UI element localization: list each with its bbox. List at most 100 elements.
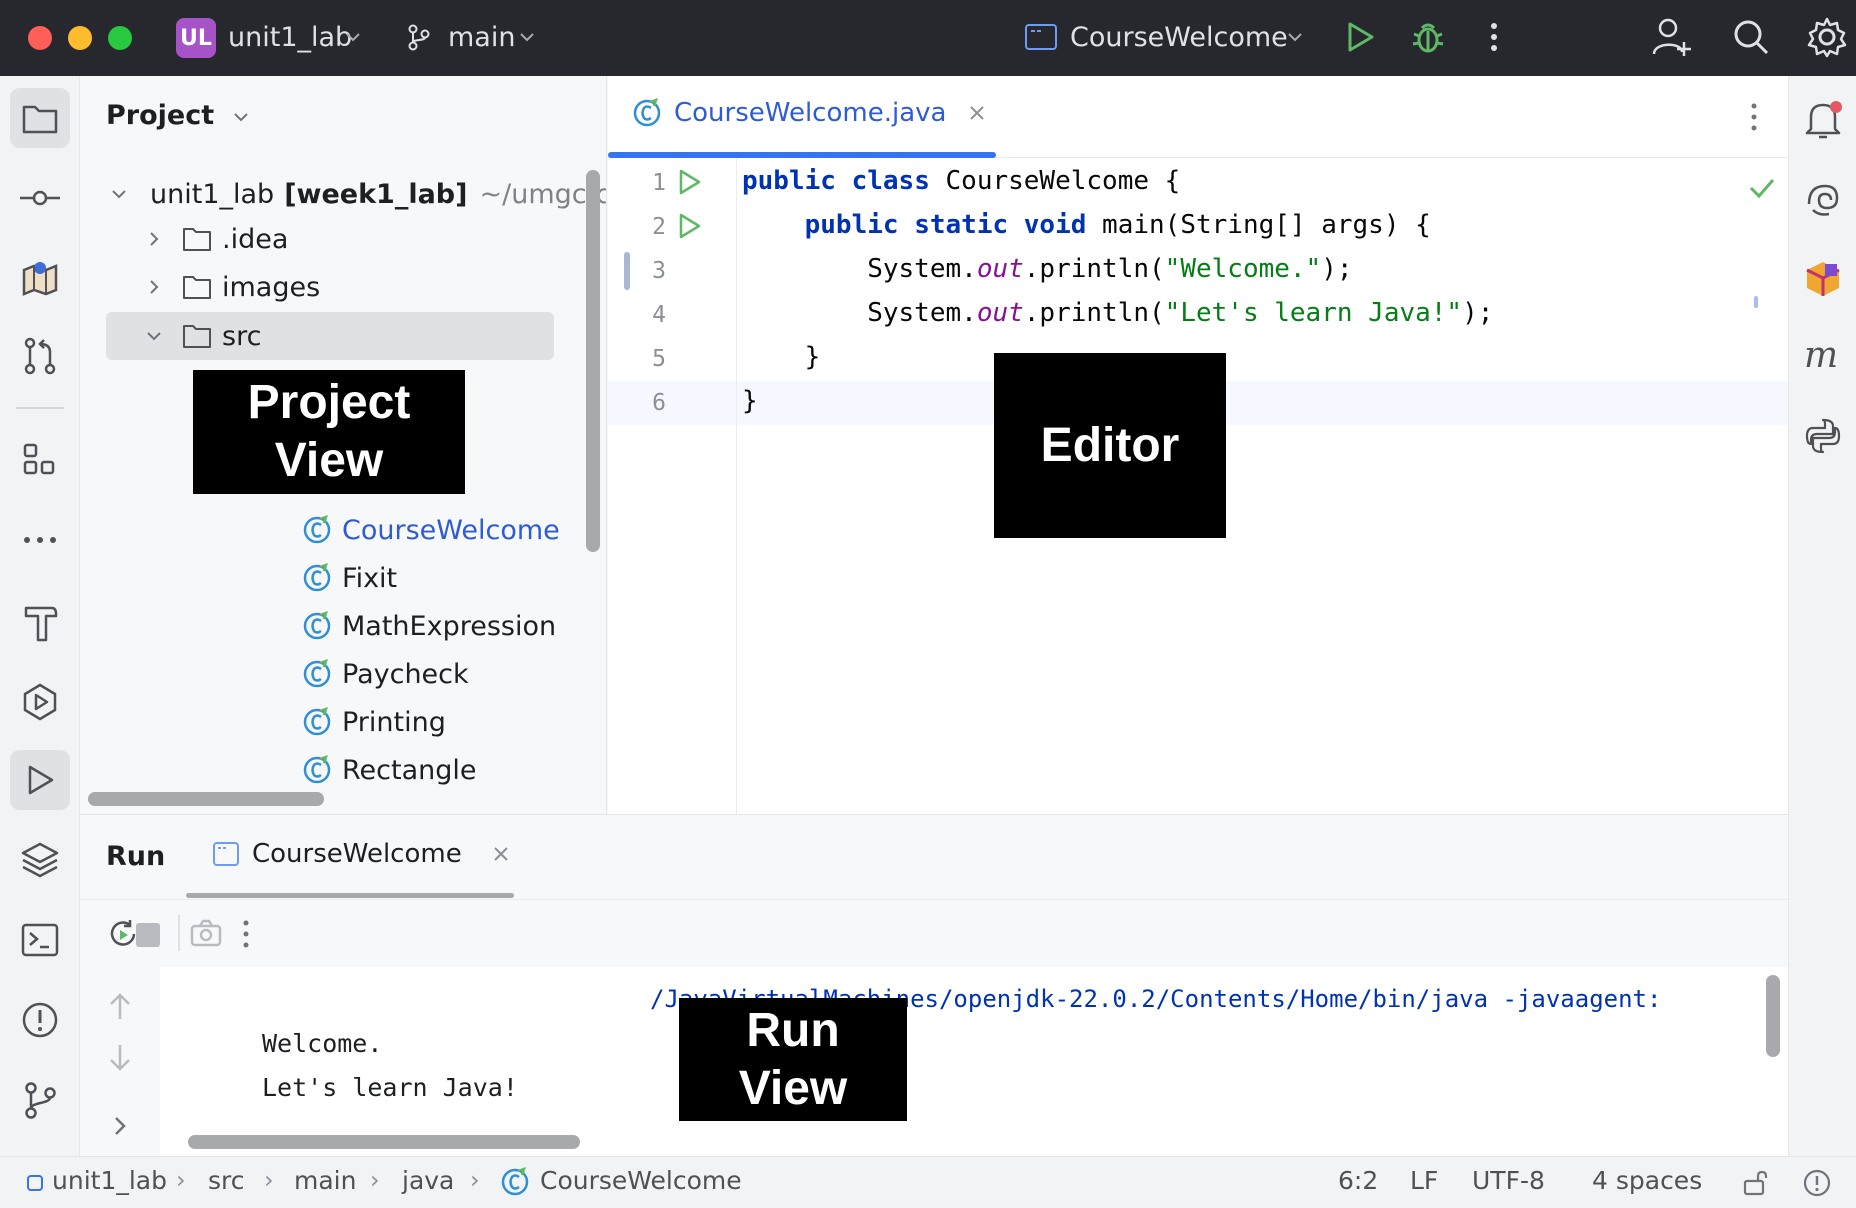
- code-line-3[interactable]: System.out.println("Welcome.");: [742, 254, 1352, 284]
- run-view-label: Run View: [679, 998, 907, 1121]
- editor-more-icon[interactable]: [1746, 100, 1762, 134]
- code-line-6[interactable]: }: [742, 386, 758, 416]
- tree-root-row[interactable]: unit1_lab [week1_lab] ~/umgc/c: [110, 170, 606, 218]
- code-line-1[interactable]: public class CourseWelcome {: [742, 166, 1180, 196]
- chevron-down-icon[interactable]: [1286, 28, 1304, 46]
- run-icon[interactable]: [1344, 20, 1376, 54]
- java-class-icon: [303, 611, 331, 640]
- breadcrumb-src[interactable]: src: [208, 1166, 245, 1195]
- structure-tool-button[interactable]: [10, 430, 70, 490]
- branch-icon[interactable]: [404, 22, 434, 52]
- chevron-right-icon[interactable]: [110, 1115, 130, 1137]
- right-tool-strip: m: [1788, 76, 1856, 1156]
- breadcrumb-main[interactable]: main: [294, 1166, 356, 1195]
- terminal-icon: [21, 923, 59, 957]
- minimize-window-button[interactable]: [68, 26, 92, 50]
- code-line-5[interactable]: }: [742, 342, 821, 372]
- folder-icon: [183, 325, 211, 348]
- terminal-tool-button[interactable]: [10, 910, 70, 970]
- ai-assistant-button[interactable]: [1797, 174, 1849, 226]
- notifications-button[interactable]: [1797, 94, 1849, 146]
- learn-tool-button[interactable]: [10, 246, 70, 306]
- tree-class-rectangle[interactable]: Rectangle: [302, 746, 477, 794]
- breadcrumb-java[interactable]: java: [402, 1166, 454, 1195]
- arrow-down-icon[interactable]: [108, 1043, 132, 1073]
- tree-class-paycheck[interactable]: Paycheck: [302, 650, 469, 698]
- pull-requests-tool-button[interactable]: [10, 326, 70, 386]
- breadcrumb-project[interactable]: unit1_lab: [52, 1166, 167, 1195]
- tree-class-fixit[interactable]: Fixit: [302, 554, 397, 602]
- java-class-icon: [501, 1167, 529, 1196]
- editor-tab[interactable]: CourseWelcome.java: [632, 98, 986, 128]
- tree-class-mathexpression[interactable]: MathExpression: [302, 602, 556, 650]
- editor-scroll-marker: [1754, 296, 1758, 308]
- cursor-position[interactable]: 6:2: [1338, 1166, 1378, 1195]
- python-icon: [1805, 418, 1841, 454]
- chevron-down-icon: [112, 190, 126, 199]
- plugin-tool-button[interactable]: [1797, 252, 1849, 304]
- python-console-button[interactable]: [1797, 410, 1849, 462]
- close-tab-icon[interactable]: [492, 845, 510, 863]
- breadcrumb-class[interactable]: CourseWelcome: [540, 1166, 742, 1195]
- tree-item-src[interactable]: src: [106, 312, 554, 360]
- gutter-run-icon[interactable]: [676, 212, 702, 240]
- console-output[interactable]: /JavaVirtualMachines/openjdk-22.0.2/Cont…: [160, 967, 1788, 1156]
- run-tab[interactable]: CourseWelcome: [212, 839, 510, 869]
- more-actions-icon[interactable]: [238, 917, 254, 951]
- problems-icon: [22, 1002, 58, 1038]
- close-window-button[interactable]: [28, 26, 52, 50]
- code-line-2[interactable]: public static void main(String[] args) {: [742, 210, 1431, 240]
- problems-icon[interactable]: [1802, 1168, 1832, 1198]
- run-panel: Run CourseWelcome /JavaVirtualMachines/o…: [80, 814, 1788, 1156]
- chevron-down-icon[interactable]: [518, 28, 536, 46]
- build-tool-button[interactable]: [10, 592, 70, 652]
- project-switcher[interactable]: unit1_lab: [228, 20, 352, 56]
- chevron-down-icon[interactable]: [344, 28, 362, 46]
- more-actions-icon[interactable]: [1486, 20, 1502, 54]
- console-vertical-scrollbar[interactable]: [1766, 975, 1780, 1057]
- camera-icon[interactable]: [190, 919, 222, 947]
- problems-tool-button[interactable]: [10, 990, 70, 1050]
- lock-icon[interactable]: [1742, 1169, 1770, 1197]
- add-user-icon[interactable]: [1652, 16, 1692, 58]
- git-tool-button[interactable]: [10, 1070, 70, 1130]
- search-icon[interactable]: [1732, 18, 1770, 56]
- console-output-line: Let's learn Java!: [262, 1073, 518, 1102]
- line-ending[interactable]: LF: [1410, 1166, 1438, 1195]
- breadcrumb-separator: ›: [176, 1166, 186, 1194]
- layers-tool-button[interactable]: [10, 830, 70, 890]
- file-encoding[interactable]: UTF-8: [1472, 1166, 1545, 1195]
- project-horizontal-scrollbar[interactable]: [88, 792, 324, 806]
- settings-gear-icon[interactable]: [1806, 16, 1848, 58]
- project-tool-button[interactable]: [10, 88, 70, 148]
- gutter-run-icon[interactable]: [676, 168, 702, 196]
- arrow-up-icon[interactable]: [108, 991, 132, 1021]
- run-config-icon[interactable]: [1024, 22, 1058, 52]
- tree-item-idea[interactable]: .idea: [142, 215, 542, 263]
- project-vertical-scrollbar[interactable]: [586, 170, 600, 552]
- status-bar: unit1_lab › src › main › java › CourseWe…: [0, 1156, 1856, 1208]
- console-horizontal-scrollbar[interactable]: [188, 1135, 580, 1149]
- run-toolbar-divider: [80, 899, 1788, 900]
- more-tools-button[interactable]: [10, 510, 70, 570]
- tree-item-images[interactable]: images: [142, 263, 542, 311]
- debug-icon[interactable]: [1410, 18, 1446, 56]
- maven-tool-button[interactable]: m: [1797, 330, 1849, 382]
- project-badge[interactable]: UL: [176, 18, 216, 58]
- services-tool-button[interactable]: [10, 672, 70, 732]
- tree-class-coursewelcome[interactable]: CourseWelcome: [302, 506, 560, 554]
- commit-tool-button[interactable]: [10, 168, 70, 228]
- branch-switcher[interactable]: main: [448, 20, 515, 56]
- run-config-selector[interactable]: CourseWelcome: [1070, 20, 1288, 56]
- indent-setting[interactable]: 4 spaces: [1592, 1166, 1702, 1195]
- code-line-4[interactable]: System.out.println("Let's learn Java!");: [742, 298, 1493, 328]
- stop-icon[interactable]: [136, 923, 160, 947]
- close-tab-icon[interactable]: [968, 104, 986, 122]
- maximize-window-button[interactable]: [108, 26, 132, 50]
- run-tool-button[interactable]: [10, 750, 70, 810]
- tree-class-printing[interactable]: Printing: [302, 698, 446, 746]
- hammer-icon: [24, 606, 58, 642]
- project-panel-title[interactable]: Project: [106, 100, 250, 131]
- rerun-icon[interactable]: [106, 917, 140, 951]
- breadcrumb-separator: ›: [470, 1166, 480, 1194]
